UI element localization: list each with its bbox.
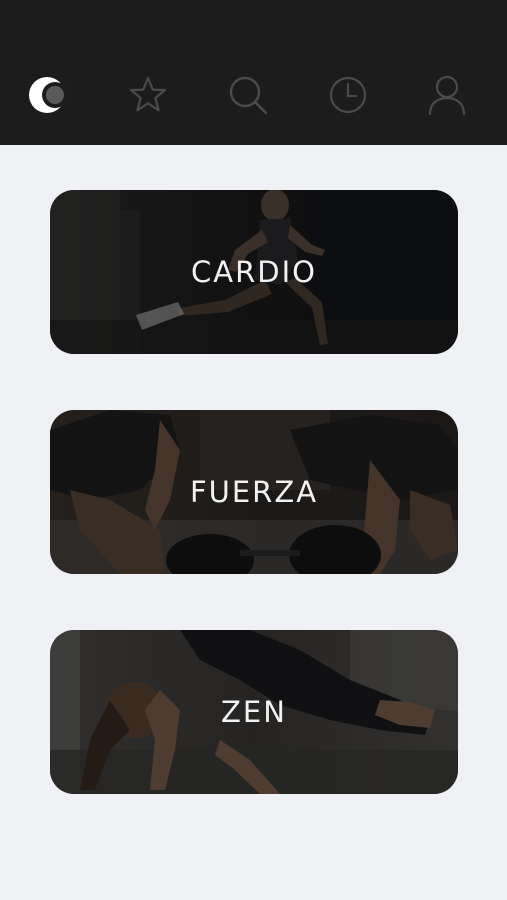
search-icon: [229, 76, 268, 115]
clock-icon: [329, 76, 367, 114]
category-card-fuerza[interactable]: FUERZA: [50, 410, 458, 574]
user-icon: [428, 75, 466, 116]
category-card-cardio[interactable]: CARDIO: [50, 190, 458, 354]
nav-home-button[interactable]: [24, 70, 74, 120]
nav-history-button[interactable]: [323, 70, 373, 120]
nav-profile-button[interactable]: [422, 70, 472, 120]
nav-search-button[interactable]: [223, 70, 273, 120]
category-label: ZEN: [221, 695, 287, 729]
category-label: FUERZA: [189, 475, 319, 509]
moon-logo-icon: [29, 77, 68, 113]
star-icon: [129, 76, 167, 112]
top-navigation-bar: [0, 0, 507, 145]
category-label: CARDIO: [191, 255, 317, 289]
category-card-zen[interactable]: ZEN: [50, 630, 458, 794]
nav-favorites-button[interactable]: [123, 70, 173, 120]
